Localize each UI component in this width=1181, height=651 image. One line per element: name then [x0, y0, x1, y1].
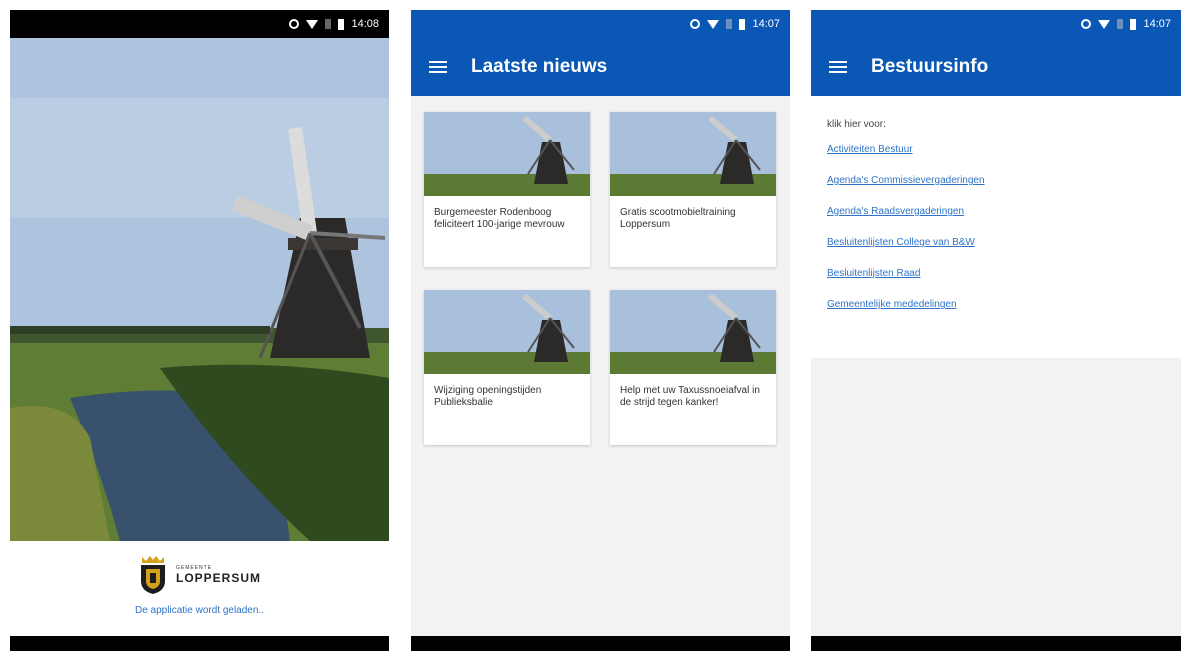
- status-bar: 14:07: [411, 10, 790, 38]
- news-screen: 14:07 Laatste nieuws Burgemeester Rodenb…: [411, 10, 790, 651]
- data-saver-icon: [690, 19, 701, 29]
- link-besluitenlijsten-raad[interactable]: Besluitenlijsten Raad: [827, 268, 1181, 279]
- wifi-icon: [1098, 19, 1111, 29]
- info-panel: klik hier voor: Activiteiten Bestuur Age…: [811, 96, 1181, 358]
- municipality-logo: GEMEENTE LOPPERSUM: [138, 555, 261, 595]
- system-nav-bar: [811, 636, 1181, 651]
- news-card[interactable]: Wijziging openingstijden Publieksbalie: [424, 290, 590, 445]
- windmill-thumbnail: [424, 290, 590, 374]
- bestuursinfo-screen: 14:07 Bestuursinfo klik hier voor: Activ…: [811, 10, 1181, 651]
- status-bar: 14:08: [10, 10, 389, 38]
- app-bar: Bestuursinfo: [811, 38, 1181, 96]
- link-besluitenlijsten-college[interactable]: Besluitenlijsten College van B&W: [827, 237, 1181, 248]
- windmill-thumbnail: [610, 290, 776, 374]
- hamburger-icon[interactable]: [429, 60, 447, 74]
- status-time: 14:07: [752, 18, 780, 30]
- windmill-photo: [10, 38, 389, 541]
- data-saver-icon: [1081, 19, 1092, 29]
- status-time: 14:07: [1143, 18, 1171, 30]
- signal-icon: [1117, 19, 1124, 29]
- news-card[interactable]: Burgemeester Rodenboog feliciteert 100-j…: [424, 112, 590, 267]
- battery-icon: [338, 18, 345, 30]
- link-agendas-commissievergaderingen[interactable]: Agenda's Commissievergaderingen: [827, 175, 1181, 186]
- page-title: Bestuursinfo: [871, 56, 989, 77]
- info-intro: klik hier voor:: [827, 119, 886, 130]
- app-bar: Laatste nieuws: [411, 38, 790, 96]
- windmill-thumbnail: [610, 112, 776, 196]
- coat-of-arms-icon: [140, 556, 165, 594]
- system-nav-bar: [10, 636, 389, 651]
- logo-name: LOPPERSUM: [175, 571, 261, 585]
- hamburger-icon[interactable]: [829, 60, 847, 74]
- link-agendas-raadsvergaderingen[interactable]: Agenda's Raadsvergaderingen: [827, 206, 1181, 217]
- wifi-icon: [306, 19, 319, 29]
- link-gemeentelijke-mededelingen[interactable]: Gemeentelijke mededelingen: [827, 299, 1181, 310]
- signal-icon: [726, 19, 733, 29]
- news-card[interactable]: Help met uw Taxussnoeiafval in de strijd…: [610, 290, 776, 445]
- splash-footer: GEMEENTE LOPPERSUM De applicatie wordt g…: [10, 541, 389, 636]
- page-title: Laatste nieuws: [471, 56, 608, 77]
- status-bar: 14:07: [811, 10, 1181, 38]
- news-title: Burgemeester Rodenboog feliciteert 100-j…: [434, 207, 565, 230]
- news-title: Gratis scootmobieltraining Loppersum: [620, 207, 736, 230]
- wifi-icon: [707, 19, 720, 29]
- system-nav-bar: [411, 636, 790, 651]
- link-activiteiten-bestuur[interactable]: Activiteiten Bestuur: [827, 144, 1181, 155]
- news-title: Wijziging openingstijden Publieksbalie: [434, 385, 542, 408]
- splash-screen: 14:08 GEMEENTE LOPPERSUM De applicatie w…: [10, 10, 389, 651]
- loading-text: De applicatie wordt geladen..: [135, 605, 264, 616]
- data-saver-icon: [289, 19, 300, 29]
- news-grid: Burgemeester Rodenboog feliciteert 100-j…: [424, 112, 777, 445]
- news-title: Help met uw Taxussnoeiafval in de strijd…: [620, 385, 760, 408]
- news-card[interactable]: Gratis scootmobieltraining Loppersum: [610, 112, 776, 267]
- signal-icon: [325, 19, 332, 29]
- windmill-thumbnail: [424, 112, 590, 196]
- status-time: 14:08: [351, 18, 379, 30]
- battery-icon: [1130, 18, 1137, 30]
- battery-icon: [739, 18, 746, 30]
